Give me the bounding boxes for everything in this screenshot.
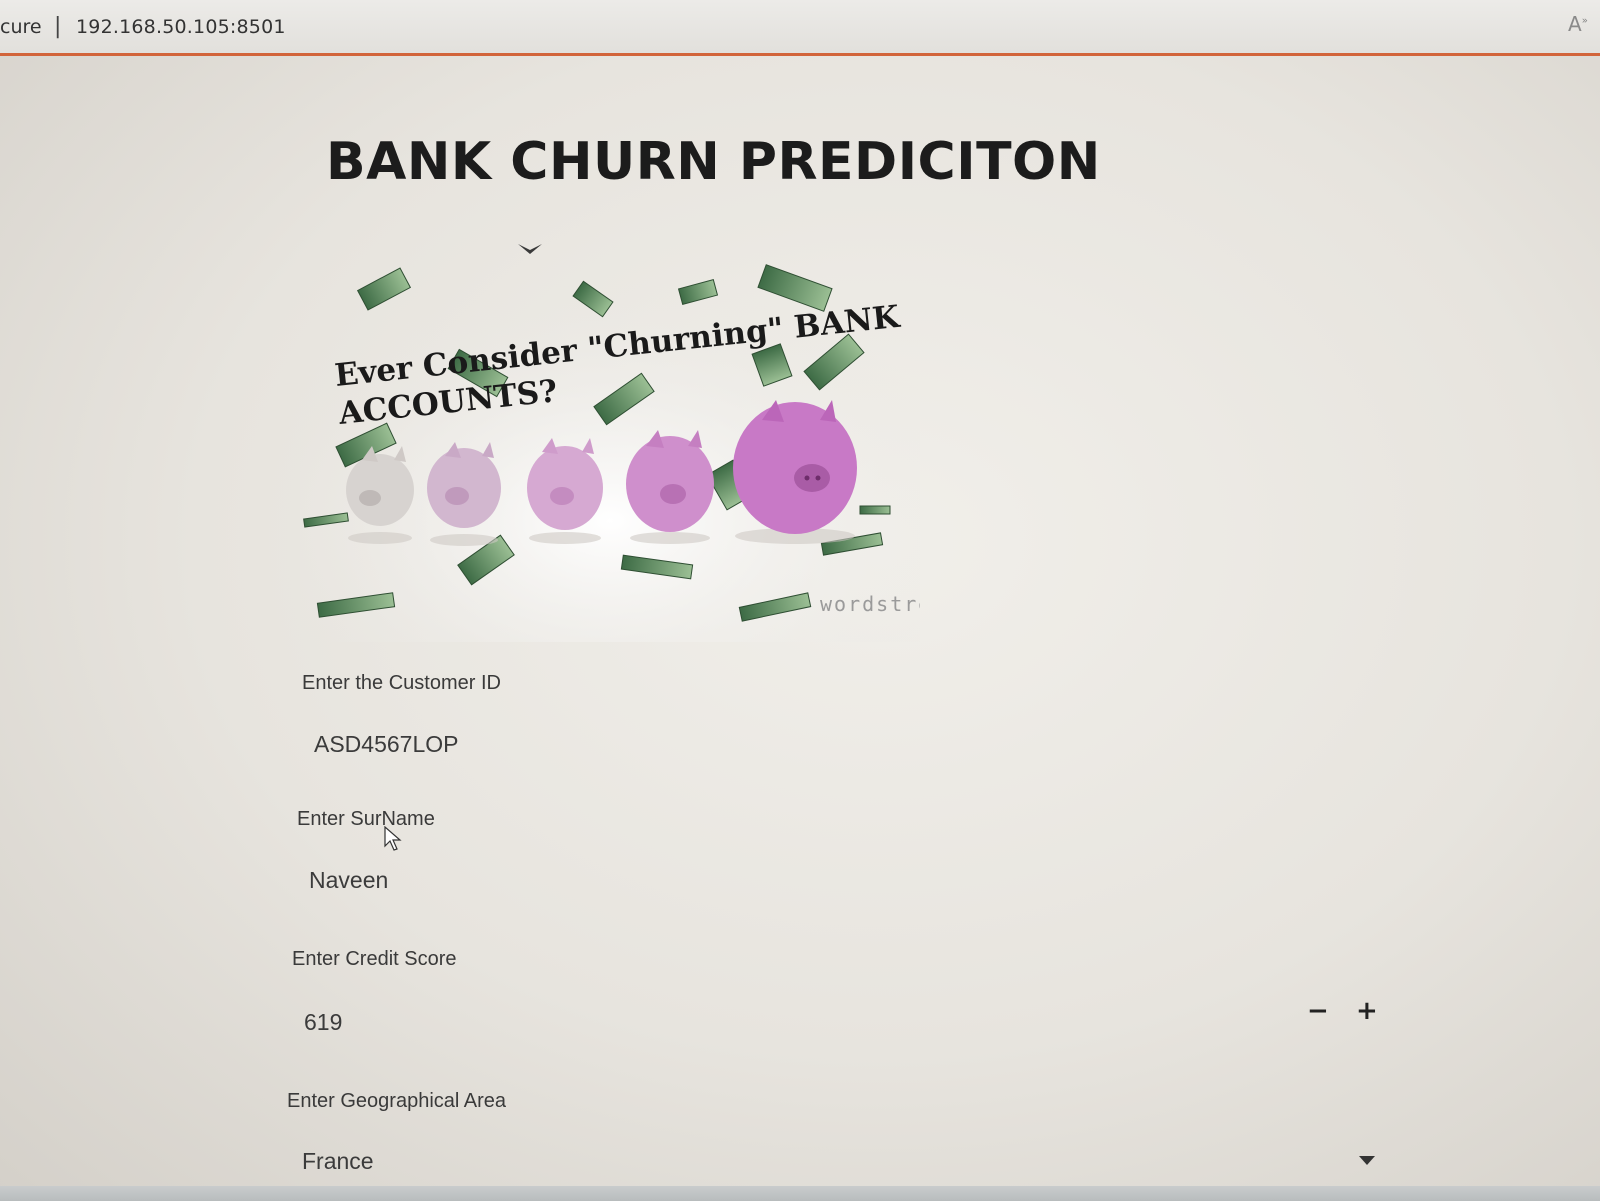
surname-label: Enter SurName <box>297 808 435 830</box>
read-aloud-icon[interactable]: A» <box>1568 12 1588 36</box>
customer-id-input[interactable] <box>302 716 1392 772</box>
credit-score-label: Enter Credit Score <box>292 948 457 970</box>
chevron-down-icon[interactable] <box>1359 1156 1375 1165</box>
browser-address-bar: cure | 192.168.50.105:8501 A» <box>0 0 1600 56</box>
credit-score-decrement-button[interactable]: − <box>1307 996 1329 1026</box>
surname-input[interactable] <box>297 852 1387 908</box>
credit-score-input[interactable] <box>292 994 1382 1050</box>
geography-label: Enter Geographical Area <box>287 1090 507 1112</box>
geography-selected-value: France <box>302 1148 374 1174</box>
address-separator: | <box>54 14 62 39</box>
url-field[interactable]: 192.168.50.105:8501 <box>76 16 286 38</box>
piggy-banks-image: Ever Consider "Churning" BANK ACCOUNTS? <box>300 238 920 642</box>
mouse-cursor-icon <box>384 826 402 851</box>
credit-score-increment-button[interactable]: + <box>1356 996 1378 1026</box>
os-taskbar <box>0 1186 1600 1201</box>
hero-watermark: wordstream <box>820 592 920 616</box>
geography-select[interactable]: France <box>290 1134 1380 1190</box>
customer-id-label: Enter the Customer ID <box>302 672 501 694</box>
page-title: BANK CHURN PREDICITON <box>326 132 1101 192</box>
security-status[interactable]: cure <box>0 16 42 38</box>
